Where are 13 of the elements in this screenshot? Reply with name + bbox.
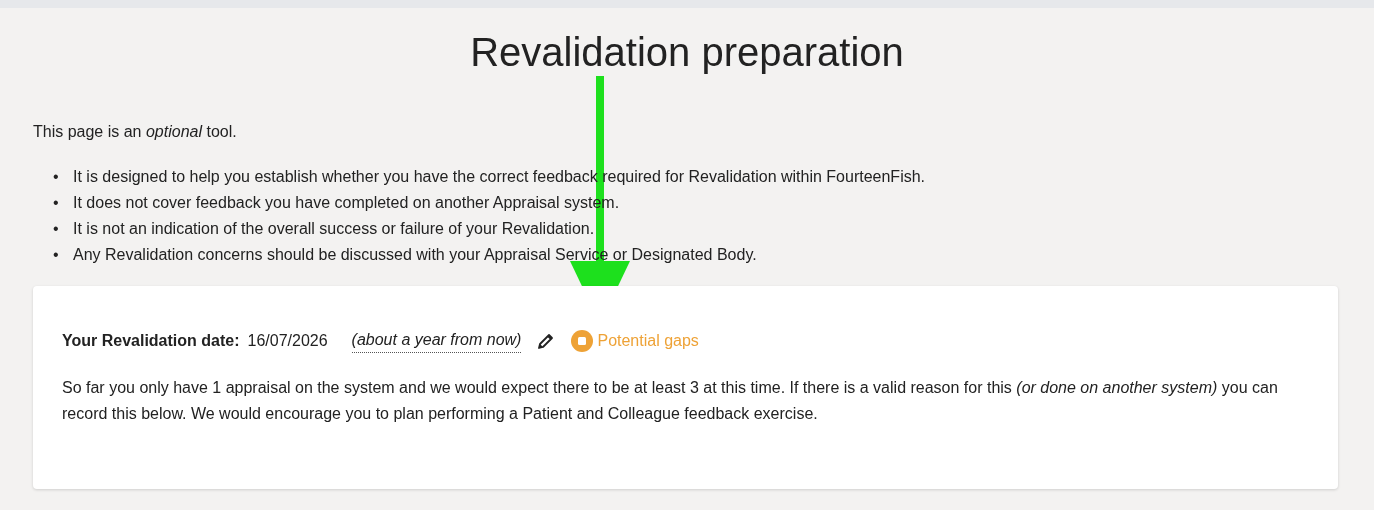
date-value: 16/07/2026 xyxy=(247,330,328,351)
intro-text: This page is an optional tool. xyxy=(33,122,238,142)
message-text: So far you only have 1 appraisal on the system and we would expect there to be at least 3 at this time. If there is a valid reason for this (or done on another system) you can record this below. We would encourage you to plan performing a Patient and Colleague feedback exercise. xyxy=(62,378,1279,424)
page-title: Revalidation preparation xyxy=(469,29,905,76)
bullet-marker: • xyxy=(53,245,60,265)
edit-icon[interactable] xyxy=(537,331,556,350)
bullet-marker: • xyxy=(53,167,60,187)
status-label: Potential gaps xyxy=(597,330,699,351)
bullet-marker: • xyxy=(53,219,60,239)
date-label: Your Revalidation date: xyxy=(62,330,240,351)
bullet-marker: • xyxy=(53,193,60,213)
relative-date: (about a year from now) xyxy=(351,328,522,353)
bullet-item: It is not an indication of the overall success or failure of your Revalidation. xyxy=(73,219,595,239)
